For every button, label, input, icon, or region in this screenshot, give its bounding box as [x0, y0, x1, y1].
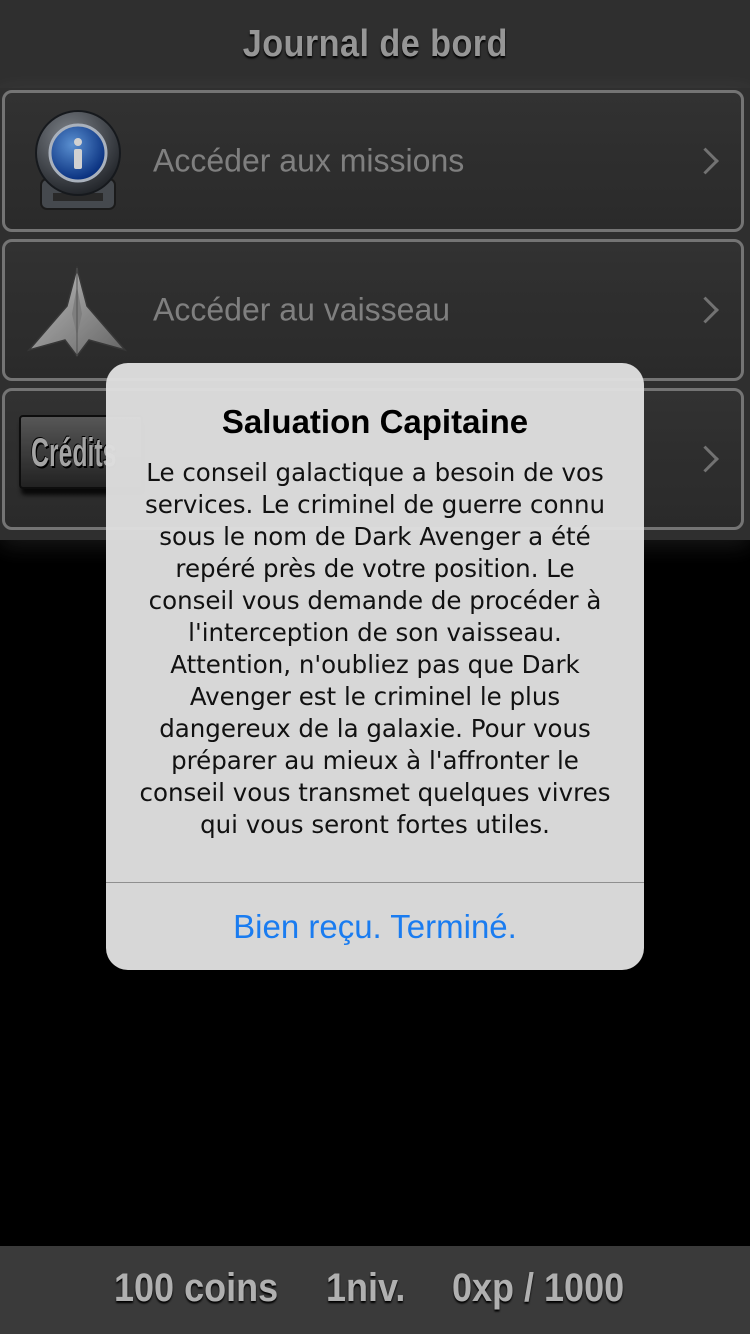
level-indicator: 1niv.: [326, 1266, 406, 1310]
alert-confirm-button[interactable]: Bien reçu. Terminé.: [106, 883, 644, 970]
coins-count: 100 coins: [114, 1266, 279, 1310]
footer-stats-bar: 100 coins 1niv. 0xp / 1000: [0, 1246, 750, 1334]
alert-dialog: Saluation Capitaine Le conseil galactiqu…: [106, 363, 644, 970]
alert-message: Le conseil galactique a besoin de vos se…: [139, 458, 611, 839]
screen: Journal de bord Accéder aux missions Acc…: [0, 0, 750, 1334]
xp-progress: 0xp / 1000: [452, 1266, 625, 1310]
alert-title: Saluation Capitaine: [221, 403, 529, 440]
